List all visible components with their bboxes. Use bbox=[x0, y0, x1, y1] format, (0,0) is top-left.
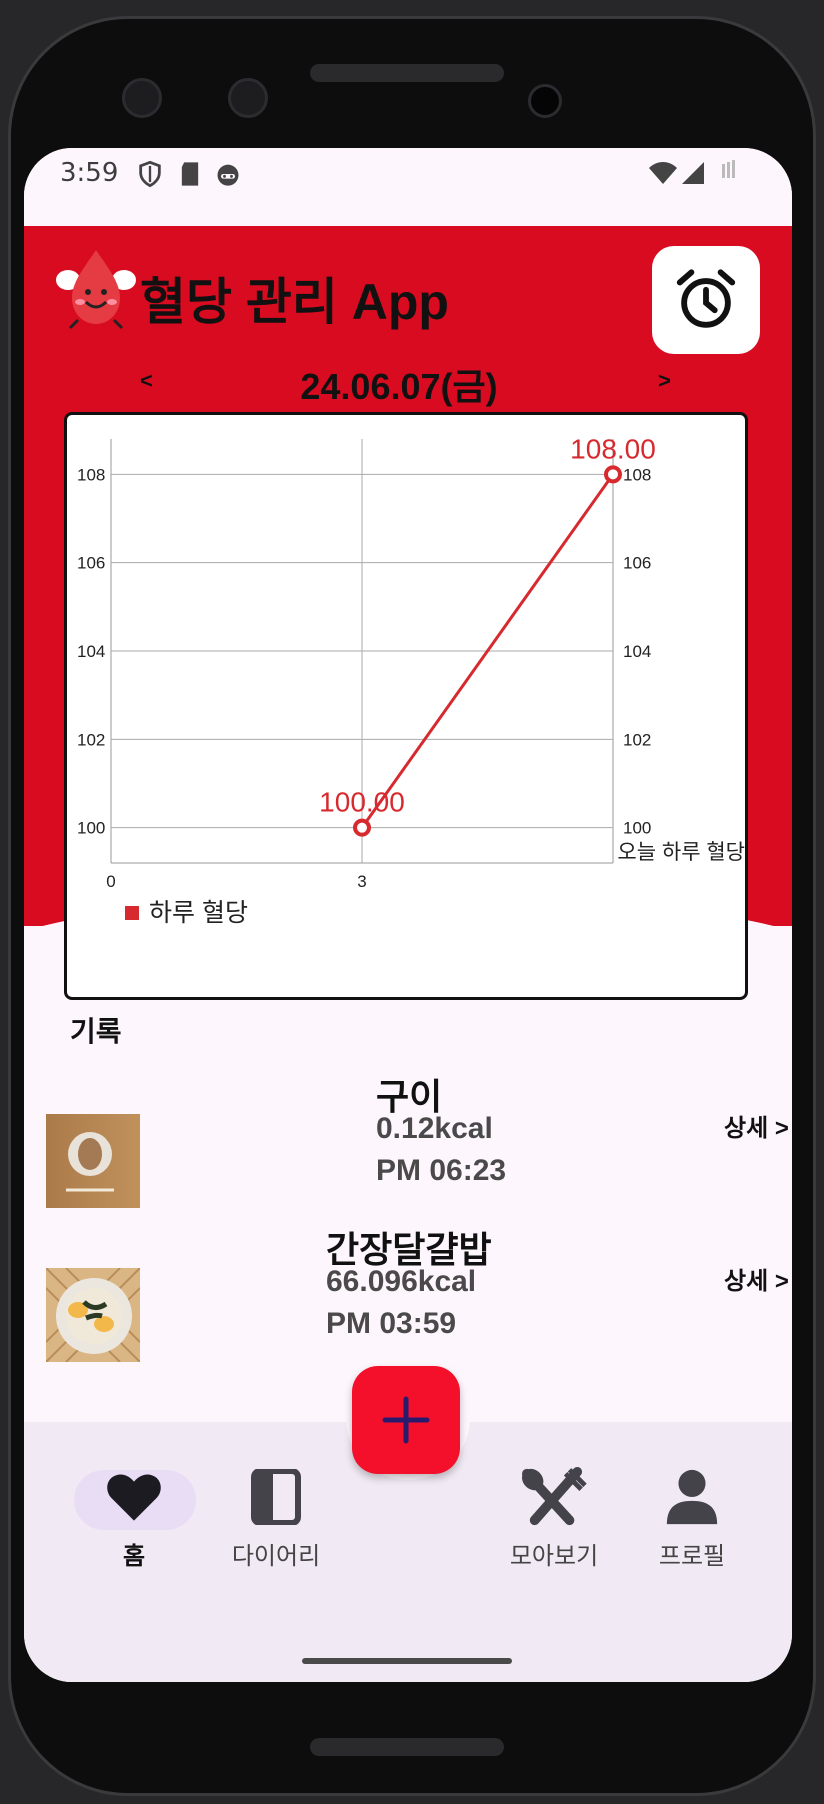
nav-collection[interactable]: 모아보기 bbox=[484, 1464, 624, 1571]
chart-description: 오늘 하루 혈당 bbox=[617, 841, 745, 864]
front-camera-icon bbox=[122, 78, 162, 118]
blood-sugar-chart-card: 100 100 102 102 104 104 106 106 108 108 0 3 100.00 10… bbox=[64, 412, 748, 1000]
meal-detail-link[interactable]: 상세 > bbox=[724, 1261, 789, 1296]
x-tick-label: 0 bbox=[106, 872, 115, 891]
heart-icon bbox=[107, 1474, 161, 1521]
nav-label: 모아보기 bbox=[509, 1543, 599, 1570]
alarm-button[interactable] bbox=[652, 246, 760, 354]
y-tick-label-right: 108 bbox=[623, 465, 651, 484]
device-frame: 3:59 혈당 관리 App < 24.06.07(금) > 100 100 1… bbox=[0, 0, 824, 1804]
chart-data-point bbox=[353, 818, 371, 837]
nav-label: 홈 bbox=[122, 1543, 146, 1570]
y-tick-label-left: 104 bbox=[77, 642, 105, 661]
meal-kcal: 66.096kcal bbox=[326, 1265, 477, 1298]
chart-data-label: 108.00 bbox=[570, 433, 656, 464]
y-tick-label-right: 102 bbox=[623, 730, 651, 749]
y-tick-label-right: 104 bbox=[623, 642, 651, 661]
next-date-button[interactable]: > bbox=[658, 368, 671, 394]
nav-label: 다이어리 bbox=[231, 1543, 321, 1570]
date-label: 24.06.07(금) bbox=[300, 366, 498, 407]
diary-icon bbox=[251, 1469, 301, 1525]
nav-home[interactable]: 홈 bbox=[64, 1464, 204, 1571]
legend-label: 하루 혈당 bbox=[149, 899, 248, 927]
y-tick-label-left: 106 bbox=[77, 554, 105, 573]
meal-detail-link[interactable]: 상세 > bbox=[724, 1108, 789, 1143]
meal-photo-grilled bbox=[46, 1114, 140, 1208]
robot-face-icon bbox=[217, 164, 239, 186]
y-tick-label-right: 100 bbox=[623, 819, 651, 838]
meal-time: PM 06:23 bbox=[376, 1154, 507, 1187]
legend-swatch bbox=[125, 906, 139, 920]
nav-diary[interactable]: 다이어리 bbox=[206, 1464, 346, 1571]
chart-data-point bbox=[604, 465, 622, 484]
app-screen: 3:59 혈당 관리 App < 24.06.07(금) > 100 100 1… bbox=[24, 148, 792, 1682]
meal-time: PM 03:59 bbox=[326, 1307, 457, 1340]
proximity-sensor-icon bbox=[528, 84, 562, 118]
app-title: 혈당 관리 App bbox=[140, 274, 449, 330]
nav-label: 프로필 bbox=[658, 1543, 726, 1570]
front-sensor-icon bbox=[228, 78, 268, 118]
blood-drop-mascot-logo bbox=[56, 250, 136, 330]
add-record-fab[interactable] bbox=[352, 1366, 460, 1474]
sd-card-icon bbox=[181, 162, 199, 186]
utensils-icon bbox=[521, 1466, 587, 1526]
y-tick-label-right: 106 bbox=[623, 554, 651, 573]
cell-signal-icon bbox=[682, 162, 704, 184]
records-section-label: 기록 bbox=[70, 1016, 122, 1047]
y-tick-label-left: 108 bbox=[77, 465, 105, 484]
y-tick-label-left: 102 bbox=[77, 730, 105, 749]
meal-kcal: 0.12kcal bbox=[376, 1112, 493, 1145]
previous-date-button[interactable]: < bbox=[140, 368, 153, 394]
person-icon bbox=[666, 1469, 718, 1525]
battery-icon bbox=[722, 160, 735, 178]
earpiece-speaker bbox=[310, 64, 504, 82]
nav-profile[interactable]: 프로필 bbox=[622, 1464, 762, 1571]
chart-data-label: 100.00 bbox=[319, 787, 405, 818]
bottom-speaker bbox=[310, 1738, 504, 1756]
meal-photo-soy-egg-rice bbox=[46, 1268, 140, 1362]
plus-icon bbox=[382, 1396, 430, 1444]
home-indicator[interactable] bbox=[302, 1658, 512, 1664]
alarm-clock-icon bbox=[676, 269, 736, 328]
wifi-icon bbox=[649, 162, 677, 184]
blood-sugar-line-chart: 100 100 102 102 104 104 106 106 108 108 0 3 100.00 10… bbox=[77, 433, 745, 927]
shield-icon bbox=[139, 160, 161, 188]
y-tick-label-left: 100 bbox=[77, 819, 105, 838]
status-time: 3:59 bbox=[60, 158, 119, 188]
status-bar: 3:59 bbox=[24, 148, 792, 226]
x-tick-label: 3 bbox=[357, 872, 366, 891]
